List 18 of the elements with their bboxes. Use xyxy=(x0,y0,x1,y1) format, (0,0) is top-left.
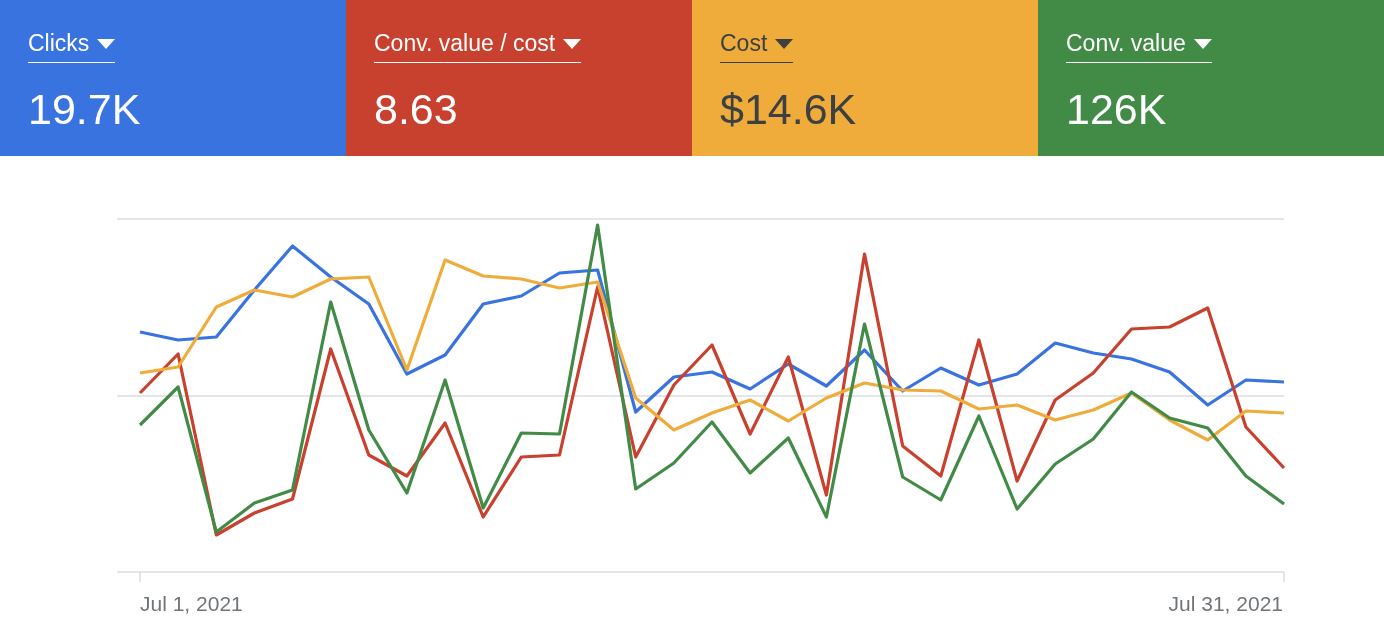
caret-icon xyxy=(563,38,582,49)
metric-dropdown[interactable]: Cost xyxy=(720,30,794,63)
metric-value: 126K xyxy=(1066,85,1167,134)
metric-card[interactable]: Conv. value 126K xyxy=(1038,0,1384,156)
metric-card[interactable]: Cost $14.6K xyxy=(692,0,1038,156)
metric-dropdown[interactable]: Clicks xyxy=(28,30,116,63)
metric-dropdown[interactable]: Conv. value xyxy=(1066,30,1212,63)
caret-icon xyxy=(97,38,116,49)
metric-card[interactable]: Conv. value / cost 8.63 xyxy=(346,0,692,156)
metric-card[interactable]: Clicks 19.7K xyxy=(0,0,346,156)
metric-value: 19.7K xyxy=(28,85,141,134)
axis-label: Jul 31, 2021 xyxy=(1168,592,1283,616)
metric-dropdown[interactable]: Conv. value / cost xyxy=(374,30,582,63)
metric-value: 8.63 xyxy=(374,85,458,134)
axis-label: Jul 1, 2021 xyxy=(140,592,243,616)
metric-value: $14.6K xyxy=(720,85,857,134)
caret-icon xyxy=(775,38,794,49)
caret-icon xyxy=(1193,38,1212,49)
